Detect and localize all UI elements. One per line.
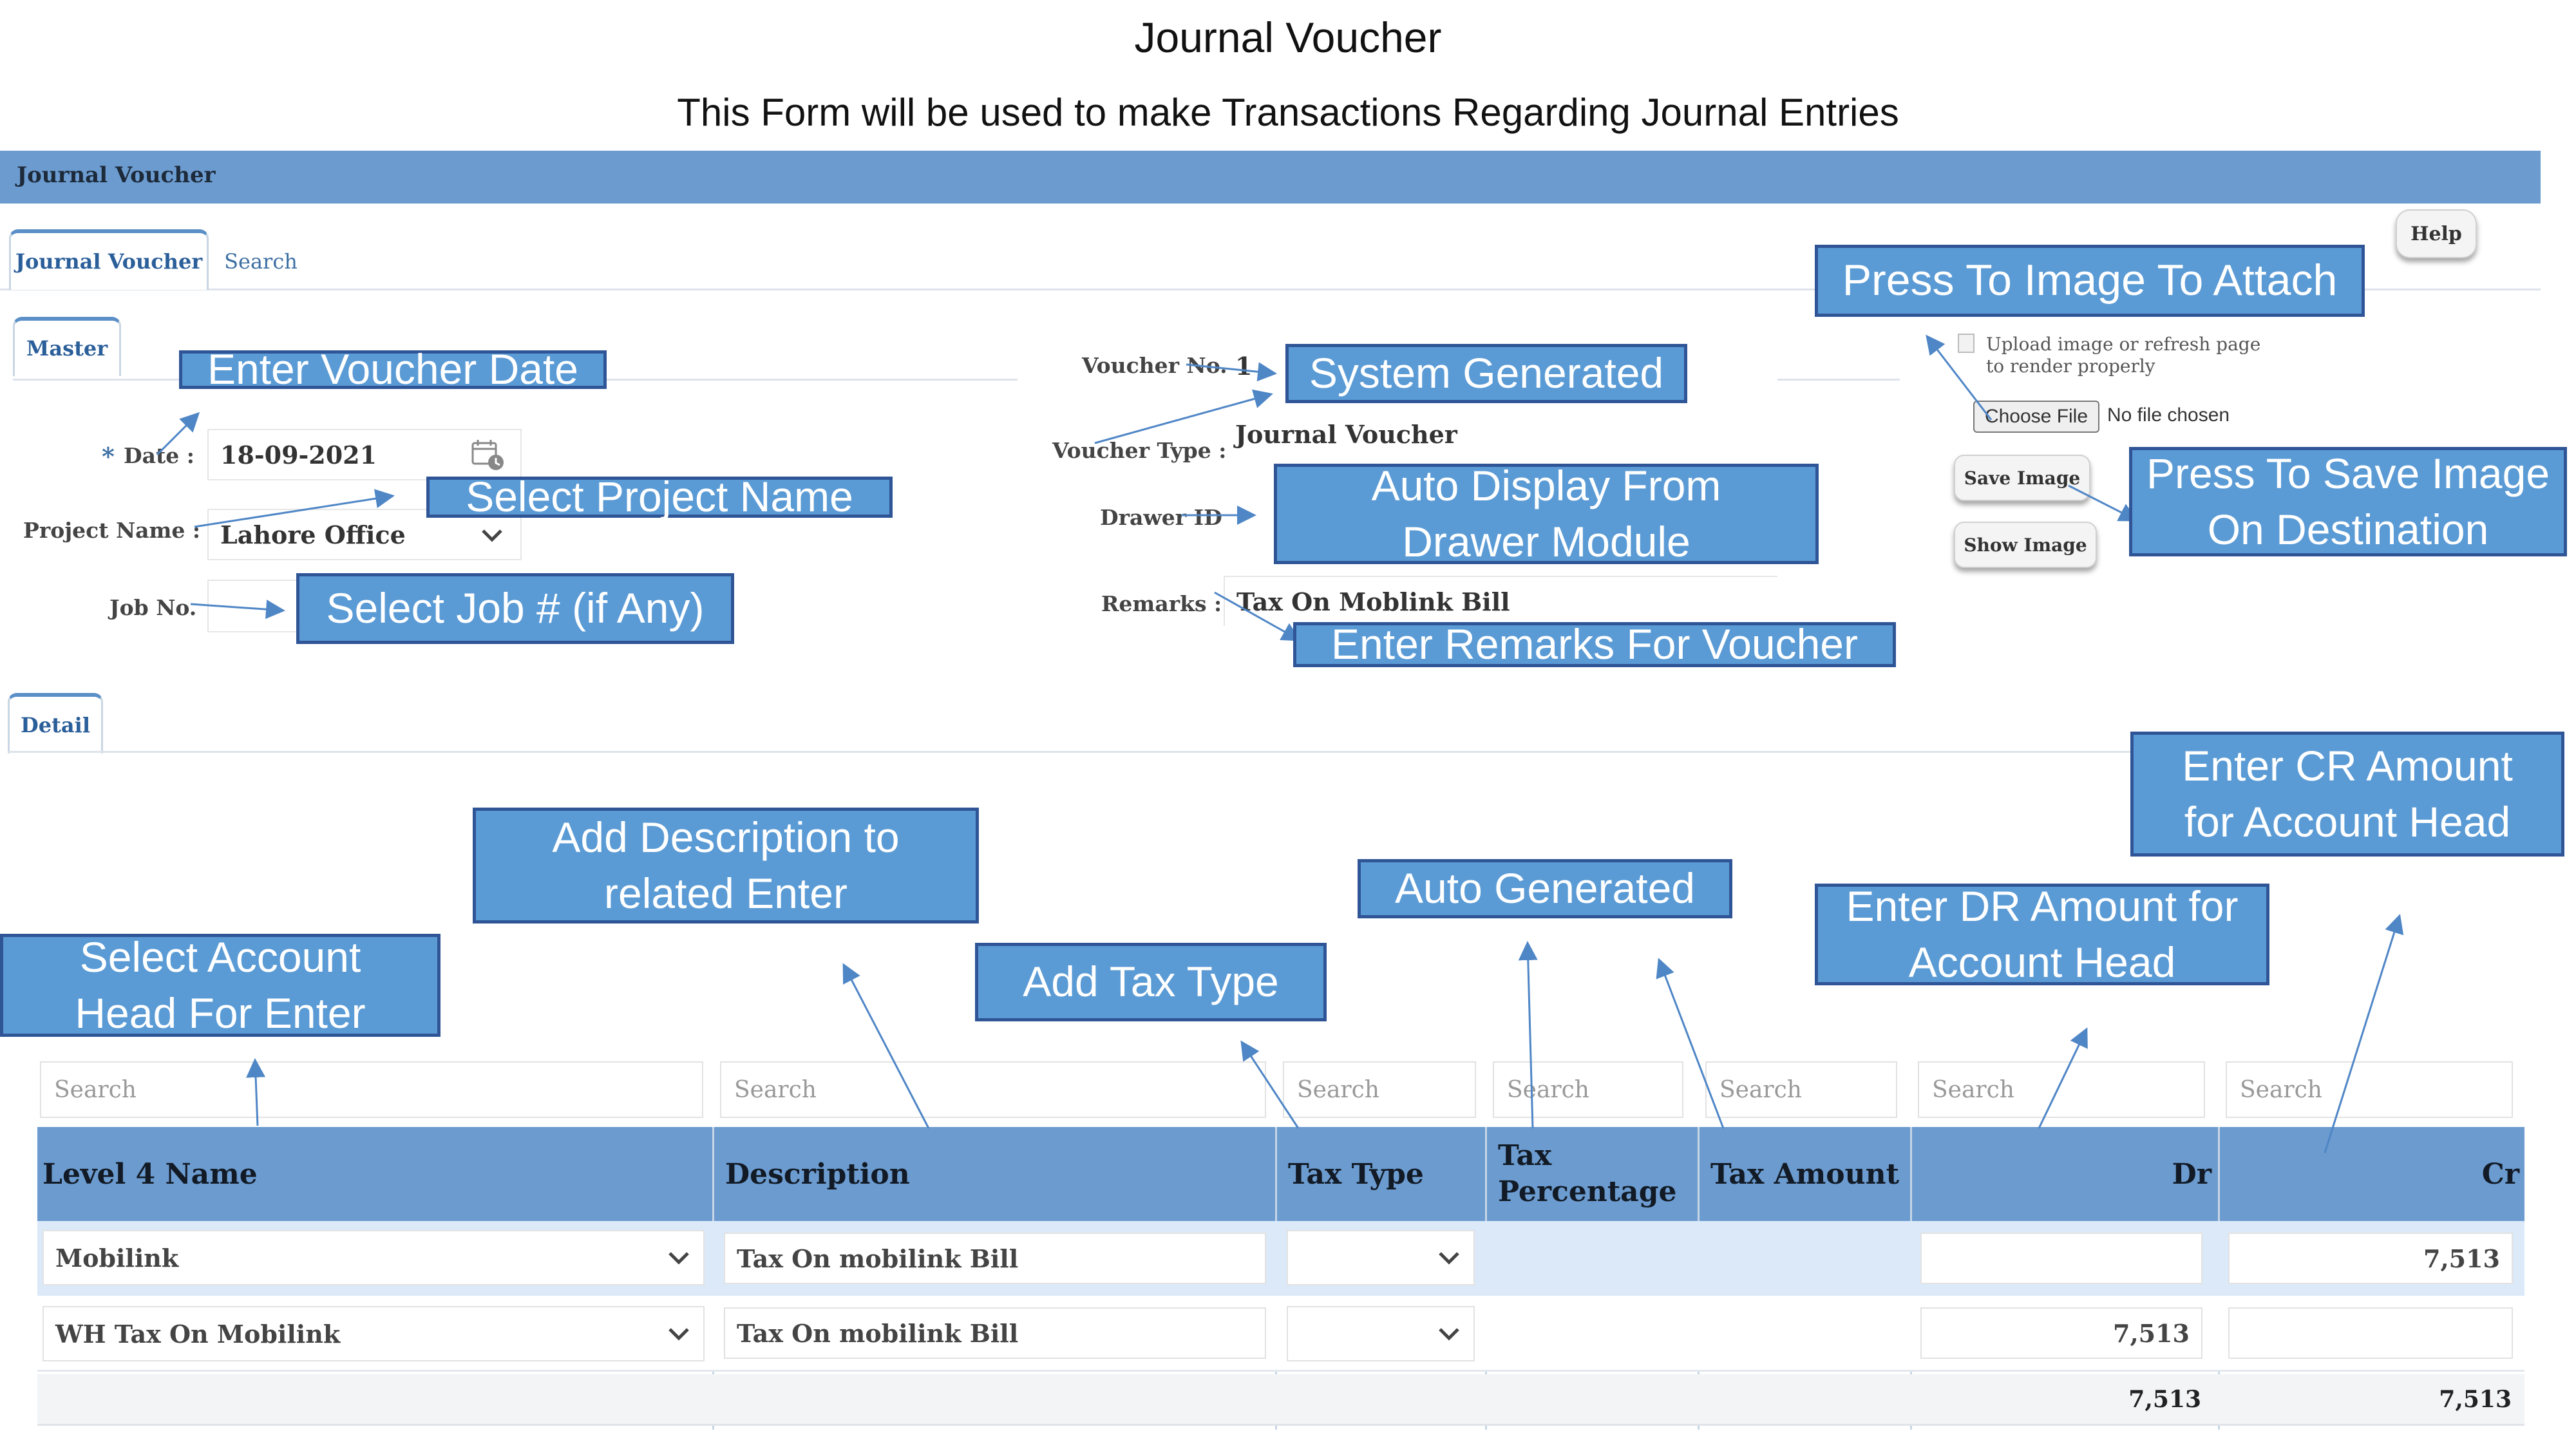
annotation-attach-image: Press To Image To Attach bbox=[1815, 245, 2365, 317]
annotation-tax-type: Add Tax Type bbox=[975, 943, 1327, 1021]
annotation-project-name: Select Project Name bbox=[426, 473, 893, 520]
annotation-account-head: Select Account Head For Enter bbox=[0, 933, 440, 1037]
annotation-arrows bbox=[156, 334, 2404, 1153]
annotation-drawer: Auto Display From Drawer Module bbox=[1274, 462, 1819, 565]
annotation-save-image: Press To Save Image On Destination bbox=[2129, 447, 2567, 556]
annotation-voucher-date: Enter Voucher Date bbox=[179, 345, 607, 393]
annotation-dr-amount: Enter DR Amount for Account Head bbox=[1815, 882, 2269, 986]
annotation-auto-generated: Auto Generated bbox=[1358, 859, 1732, 918]
annotation-description: Add Description to related Enter bbox=[473, 808, 979, 923]
annotation-job-no: Select Job # (if Any) bbox=[296, 573, 734, 644]
annotation-system-generated: System Generated bbox=[1285, 344, 1687, 403]
annotation-cr-amount: Enter CR Amount for Account Head bbox=[2130, 732, 2564, 857]
annotation-remarks: Enter Remarks For Voucher bbox=[1293, 620, 1896, 668]
